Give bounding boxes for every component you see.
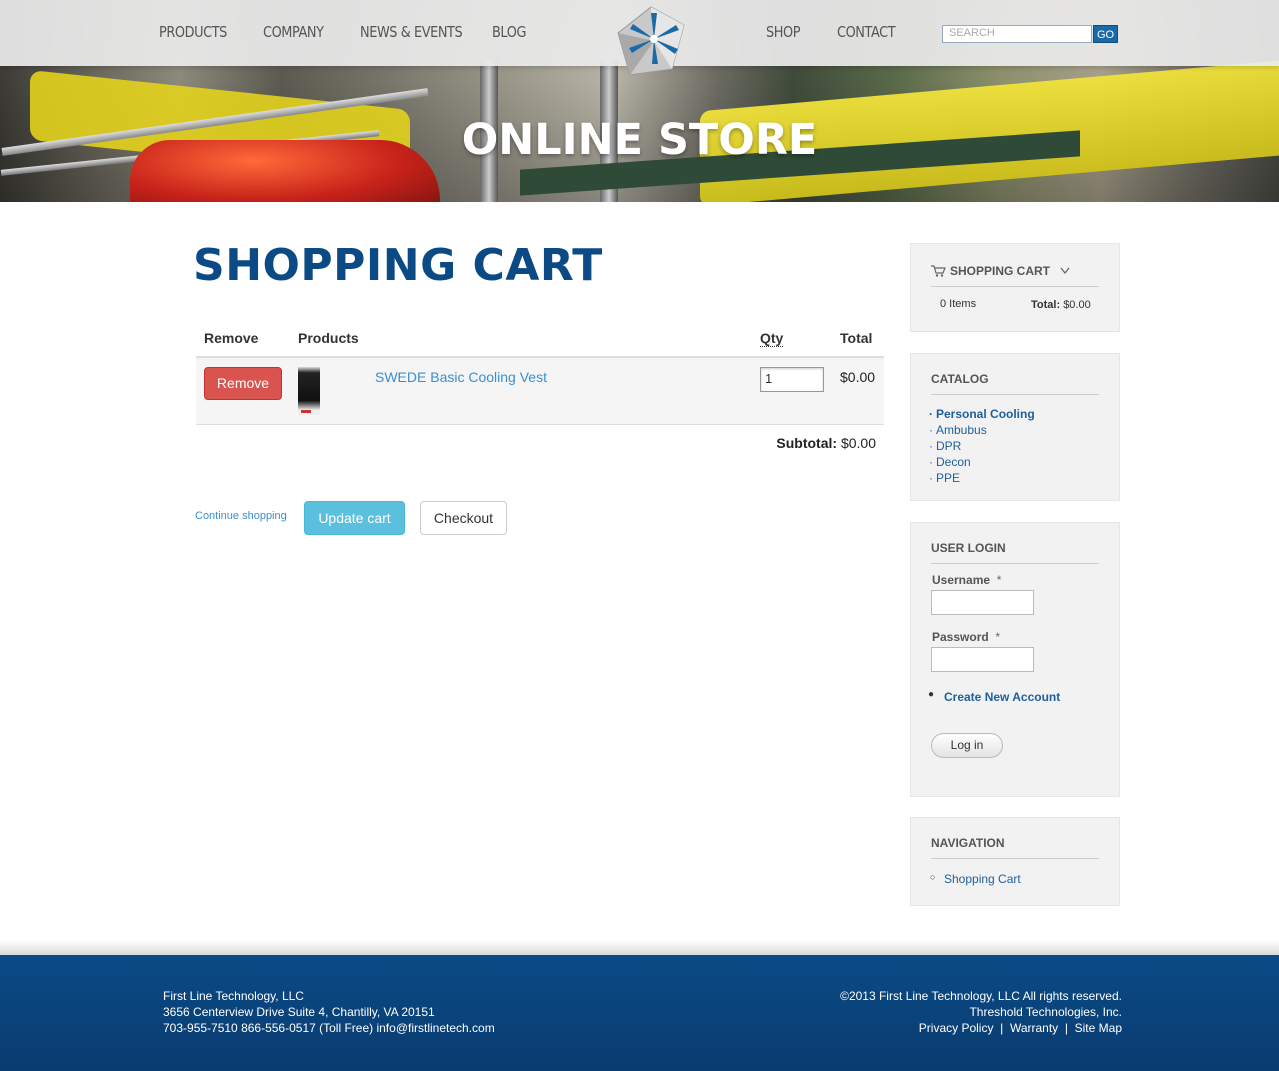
- subtotal-label: Subtotal:: [776, 435, 838, 451]
- footer-separator: |: [1000, 1021, 1004, 1035]
- remove-button[interactable]: Remove: [204, 367, 282, 400]
- catalog-item-personal-cooling[interactable]: · Personal Cooling: [929, 407, 1035, 421]
- nav-contact[interactable]: CONTACT: [837, 23, 896, 41]
- nav-company[interactable]: COMPANY: [263, 23, 324, 41]
- password-input[interactable]: [931, 647, 1034, 672]
- header-qty: Qty: [760, 330, 784, 347]
- password-label: Password *: [932, 630, 1001, 644]
- nav-blog[interactable]: BLOG: [492, 23, 526, 41]
- footer-address: 3656 Centerview Drive Suite 4, Chantilly…: [163, 1005, 435, 1019]
- footer-warranty-link[interactable]: Warranty: [1010, 1021, 1058, 1035]
- footer-links: Privacy Policy | Warranty | Site Map: [919, 1021, 1122, 1035]
- cart-block-title[interactable]: SHOPPING CART: [931, 264, 1099, 287]
- catalog-item-dpr[interactable]: · DPR: [929, 439, 961, 453]
- footer-privacy-link[interactable]: Privacy Policy: [919, 1021, 994, 1035]
- top-navigation-bar: PRODUCTS COMPANY NEWS & EVENTS BLOG SHOP…: [0, 0, 1279, 76]
- chevron-down-icon[interactable]: [1060, 267, 1070, 275]
- cart-total-label: Total:: [1031, 299, 1061, 311]
- footer-company: First Line Technology, LLC: [163, 989, 304, 1003]
- navigation-title: NAVIGATION: [931, 836, 1099, 859]
- page-title: SHOPPING CART: [193, 240, 603, 291]
- nav-shopping-cart-link[interactable]: Shopping Cart: [944, 872, 1021, 886]
- bullet-icon: ●: [928, 689, 935, 700]
- row-total: $0.00: [840, 369, 876, 385]
- footer-credit[interactable]: Threshold Technologies, Inc.: [969, 1005, 1122, 1019]
- continue-shopping-link[interactable]: Continue shopping: [195, 510, 287, 522]
- search-input[interactable]: SEARCH: [942, 25, 1092, 43]
- catalog-item-ppe[interactable]: · PPE: [929, 471, 960, 485]
- quantity-input[interactable]: 1: [760, 367, 824, 392]
- subtotal-value: $0.00: [840, 435, 876, 451]
- footer: First Line Technology, LLC 3656 Centervi…: [0, 955, 1279, 1071]
- search-go-button[interactable]: GO: [1093, 25, 1118, 43]
- user-login-title: USER LOGIN: [931, 541, 1099, 564]
- nav-news-events[interactable]: NEWS & EVENTS: [360, 23, 463, 41]
- logo-icon[interactable]: [614, 5, 688, 77]
- footer-divider: [0, 940, 1279, 955]
- header-remove: Remove: [204, 330, 259, 346]
- catalog-title: CATALOG: [931, 372, 1099, 395]
- cart-items-count: 0 Items: [940, 298, 977, 310]
- footer-copyright: ©2013 First Line Technology, LLC All rig…: [840, 989, 1122, 1003]
- cart-block-label: SHOPPING CART: [950, 264, 1051, 278]
- table-row: Remove SWEDE Basic Cooling Vest 1 $0.00: [196, 358, 884, 425]
- checkout-button[interactable]: Checkout: [420, 501, 507, 535]
- header-products: Products: [298, 330, 359, 346]
- username-input[interactable]: [931, 590, 1034, 615]
- footer-separator: |: [1064, 1021, 1068, 1035]
- hero-title: ONLINE STORE: [461, 115, 818, 165]
- header-total: Total: [840, 330, 873, 346]
- catalog-item-ambubus[interactable]: · Ambubus: [929, 423, 987, 437]
- footer-contact: 703-955-7510 866-556-0517 (Toll Free) in…: [163, 1021, 495, 1035]
- cart-total: Total: $0.00: [1031, 299, 1091, 311]
- cart-icon: [931, 265, 946, 277]
- product-link[interactable]: SWEDE Basic Cooling Vest: [375, 369, 547, 385]
- subtotal: Subtotal: $0.00: [776, 435, 876, 451]
- cart-block: SHOPPING CART 0 Items Total: $0.00: [910, 243, 1120, 332]
- footer-sitemap-link[interactable]: Site Map: [1075, 1021, 1122, 1035]
- username-label: Username *: [932, 573, 1002, 587]
- nav-shop[interactable]: SHOP: [766, 23, 801, 41]
- update-cart-button[interactable]: Update cart: [304, 501, 405, 535]
- create-account-link[interactable]: Create New Account: [944, 690, 1060, 704]
- login-button[interactable]: Log in: [931, 733, 1003, 758]
- cart-total-value: $0.00: [1063, 299, 1091, 311]
- catalog-block: CATALOG · Personal Cooling · Ambubus · DPR …: [910, 353, 1120, 501]
- user-login-block: USER LOGIN Username * Password * ● Creat…: [910, 522, 1120, 797]
- nav-products[interactable]: PRODUCTS: [159, 23, 227, 41]
- navigation-block: NAVIGATION ○ Shopping Cart: [910, 817, 1120, 906]
- product-thumbnail[interactable]: [298, 367, 320, 415]
- catalog-item-decon[interactable]: · Decon: [929, 455, 971, 469]
- bullet-icon: ○: [930, 872, 936, 882]
